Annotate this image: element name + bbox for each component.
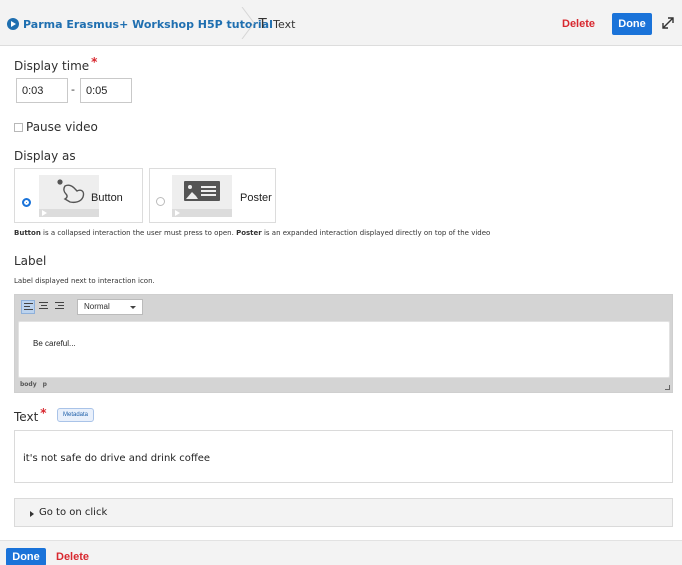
pause-video-checkbox[interactable] xyxy=(14,123,23,132)
desc-part: Button xyxy=(14,229,41,237)
top-bar: Parma Erasmus+ Workshop H5P tutorial T T… xyxy=(0,0,682,46)
text-field-title: Text * xyxy=(14,406,47,424)
required-marker: * xyxy=(91,55,98,69)
text-editor-input[interactable]: it's not safe do drive and drink coffee xyxy=(14,430,673,483)
desc-part: is a collapsed interaction the user must… xyxy=(40,229,237,237)
path-element-p[interactable]: p xyxy=(43,381,47,388)
format-dropdown[interactable]: Normal xyxy=(77,299,143,315)
caret-right-icon xyxy=(30,511,34,517)
format-dropdown-value: Normal xyxy=(84,302,110,311)
align-left-icon[interactable] xyxy=(21,300,35,314)
display-as-option-poster-label[interactable]: Poster xyxy=(240,192,272,204)
text-field-label: Text xyxy=(14,410,39,424)
label-field-label: Label xyxy=(14,254,47,268)
bottom-bar: Done Delete xyxy=(0,540,682,565)
desc-part: is an expanded interaction displayed dir… xyxy=(261,229,491,237)
editor-toolbar: Normal xyxy=(15,295,672,319)
done-button-top[interactable]: Done xyxy=(612,13,652,35)
required-marker: * xyxy=(40,406,47,420)
label-editor-input[interactable]: Be careful... xyxy=(18,321,670,378)
label-field-title: Label xyxy=(14,254,46,268)
display-as-option-button-label[interactable]: Button xyxy=(91,192,123,204)
display-as-option-button[interactable] xyxy=(14,168,143,223)
time-range-separator: - xyxy=(71,83,75,96)
align-right-icon[interactable] xyxy=(53,300,67,314)
breadcrumb-parent-label[interactable]: Parma Erasmus+ Workshop H5P tutorial xyxy=(23,18,273,31)
go-to-on-click-group[interactable]: Go to on click xyxy=(14,498,673,527)
text-icon: T xyxy=(258,15,268,32)
breadcrumb-parent[interactable]: Parma Erasmus+ Workshop H5P tutorial xyxy=(7,16,273,32)
display-as-title: Display as xyxy=(14,149,76,163)
path-element-body[interactable]: body xyxy=(20,381,37,388)
touch-icon xyxy=(39,175,99,217)
breadcrumb-separator xyxy=(241,7,255,39)
align-center-icon[interactable] xyxy=(37,300,51,314)
radio-button-selected[interactable] xyxy=(22,198,31,207)
breadcrumb-current: T Text xyxy=(258,16,295,32)
display-time-label: Display time xyxy=(14,59,90,73)
radio-button-unselected[interactable] xyxy=(156,197,165,206)
thumb-progress-bar xyxy=(39,209,99,217)
end-time-input[interactable] xyxy=(80,78,132,103)
play-circle-icon xyxy=(7,18,19,30)
display-as-label: Display as xyxy=(14,149,76,163)
pause-video-label[interactable]: Pause video xyxy=(26,120,98,134)
resize-handle-icon[interactable] xyxy=(665,385,670,390)
label-field-description: Label displayed next to interaction icon… xyxy=(14,277,155,285)
metadata-button[interactable]: Metadata xyxy=(57,408,95,422)
breadcrumb-current-label: Text xyxy=(273,17,296,31)
start-time-input[interactable] xyxy=(16,78,68,103)
label-rich-text-editor: Normal Be careful... body p xyxy=(14,294,673,393)
delete-button-bottom[interactable]: Delete xyxy=(56,550,89,564)
done-button-bottom[interactable]: Done xyxy=(6,548,46,565)
chevron-down-icon xyxy=(130,306,136,309)
display-as-description: Button is a collapsed interaction the us… xyxy=(14,229,490,237)
thumb-progress-bar xyxy=(172,209,232,217)
expand-icon[interactable] xyxy=(660,15,676,31)
editor-element-path: body p xyxy=(20,381,53,388)
poster-icon xyxy=(172,175,232,217)
display-time-title: Display time * xyxy=(14,55,97,73)
delete-button-top[interactable]: Delete xyxy=(562,16,595,32)
go-to-on-click-label[interactable]: Go to on click xyxy=(39,507,107,518)
desc-part: Poster xyxy=(236,229,262,237)
